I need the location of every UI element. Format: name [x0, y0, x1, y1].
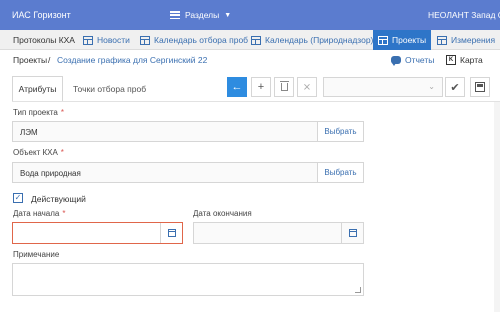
nav-item-measurements[interactable]: Измерения: [437, 30, 495, 50]
arrow-left-icon: ←: [231, 81, 243, 93]
map-button[interactable]: K Карта: [446, 53, 483, 66]
reports-icon: [391, 55, 401, 66]
chevron-down-icon: ▼: [224, 11, 232, 19]
start-date-calendar-button[interactable]: [160, 223, 182, 243]
note-textarea[interactable]: [12, 263, 364, 296]
required-mark: *: [60, 108, 64, 117]
reports-button[interactable]: Отчеты: [391, 53, 434, 66]
breadcrumb-root[interactable]: Проекты: [13, 55, 47, 65]
nav-item-label: Календарь (Природнадзор): [265, 35, 374, 45]
project-type-value: ЛЭМ: [20, 128, 38, 137]
action-select[interactable]: ⌄: [323, 77, 443, 97]
nav-item-nature-calendar[interactable]: Календарь (Природнадзор): [251, 30, 373, 50]
object-pick-button[interactable]: Выбрать: [317, 163, 363, 182]
breadcrumb: Проекты / Создание графика для Сергински…: [0, 50, 500, 69]
required-mark: *: [60, 148, 64, 157]
app-title[interactable]: ИАС Горизонт: [12, 10, 71, 20]
object-field[interactable]: Вода природная Выбрать: [12, 162, 364, 183]
page-scrollbar[interactable]: [494, 102, 500, 312]
unlink-button[interactable]: ⨯: [297, 77, 317, 97]
label-text: Дата начала: [13, 209, 60, 218]
menu-icon: [170, 11, 180, 19]
active-label: Действующий: [31, 194, 86, 204]
tab-label: Атрибуты: [18, 84, 57, 94]
tab-label: Точки отбора проб: [73, 84, 147, 94]
label-text: Дата окончания: [193, 209, 252, 218]
note-label: Примечание: [13, 250, 59, 259]
project-type-field[interactable]: ЛЭМ Выбрать: [12, 121, 364, 142]
breadcrumb-current[interactable]: Создание графика для Сергинский 22: [57, 55, 207, 65]
reports-label: Отчеты: [405, 54, 435, 65]
sections-menu-button[interactable]: Разделы ▼: [170, 8, 231, 22]
pick-label: Выбрать: [324, 127, 357, 136]
unlink-icon: ⨯: [302, 81, 312, 93]
nav-item-label: Календарь отбора проб: [154, 35, 249, 45]
table-icon: [251, 35, 261, 45]
active-checkbox[interactable]: ✓: [13, 193, 23, 203]
tab-sampling-points[interactable]: Точки отбора проб: [73, 76, 146, 102]
table-icon: [140, 35, 150, 45]
calendar-icon: [348, 229, 357, 237]
form-toolbar: Атрибуты Точки отбора проб ← + ⨯ ⌄ ✔: [0, 74, 500, 102]
delete-button[interactable]: [274, 77, 294, 97]
end-date-calendar-button[interactable]: [341, 223, 363, 243]
label-text: Примечание: [13, 250, 60, 259]
project-type-pick-button[interactable]: Выбрать: [317, 122, 363, 141]
start-date-input[interactable]: [12, 222, 183, 244]
add-button[interactable]: +: [251, 77, 271, 97]
sections-label: Разделы: [185, 10, 220, 20]
start-date-label: Дата начала *: [13, 209, 66, 218]
table-icon: [378, 35, 388, 45]
nav-item-label: Измерения: [451, 35, 496, 45]
plus-icon: +: [257, 81, 265, 93]
back-button[interactable]: ←: [227, 77, 247, 97]
required-mark: *: [62, 209, 66, 218]
nav-item-label: Протоколы КХА: [13, 35, 75, 45]
label-text: Объект КХА: [13, 148, 58, 157]
app-header: ИАС Горизонт Разделы ▼ НЕОЛАНТ Запад Су: [0, 0, 500, 30]
label-text: Тип проекта: [13, 108, 58, 117]
nav-item-label: Новости: [97, 35, 130, 45]
trash-icon: [279, 81, 289, 91]
calendar-icon: [167, 229, 176, 237]
nav-item-protocols[interactable]: Протоколы КХА: [13, 30, 75, 50]
tab-divider: [12, 101, 500, 102]
project-type-label: Тип проекта *: [13, 108, 64, 117]
pick-label: Выбрать: [324, 168, 357, 177]
confirm-button[interactable]: ✔: [445, 77, 465, 97]
map-icon: K: [446, 54, 456, 65]
save-icon: [475, 82, 485, 92]
end-date-label: Дата окончания: [193, 209, 252, 218]
check-icon: ✓: [14, 193, 22, 202]
user-organization[interactable]: НЕОЛАНТ Запад Су: [428, 10, 500, 20]
breadcrumb-separator: /: [48, 55, 51, 65]
tab-attributes[interactable]: Атрибуты: [12, 76, 63, 102]
map-label: Карта: [460, 54, 483, 65]
nav-item-projects[interactable]: Проекты: [373, 30, 432, 50]
table-icon: [437, 35, 447, 45]
check-icon: ✔: [450, 81, 460, 94]
nav-item-news[interactable]: Новости: [83, 30, 130, 50]
object-value: Вода природная: [20, 169, 81, 178]
save-button[interactable]: [470, 77, 490, 97]
chevron-down-icon: ⌄: [428, 82, 435, 91]
nav-item-label: Проекты: [392, 35, 427, 45]
table-icon: [83, 35, 93, 45]
nav-item-sampling-calendar[interactable]: Календарь отбора проб: [140, 30, 248, 50]
module-nav: Протоколы КХА Новости Календарь отбора п…: [0, 30, 500, 50]
end-date-input[interactable]: [193, 222, 364, 244]
object-label: Объект КХА *: [13, 148, 64, 157]
